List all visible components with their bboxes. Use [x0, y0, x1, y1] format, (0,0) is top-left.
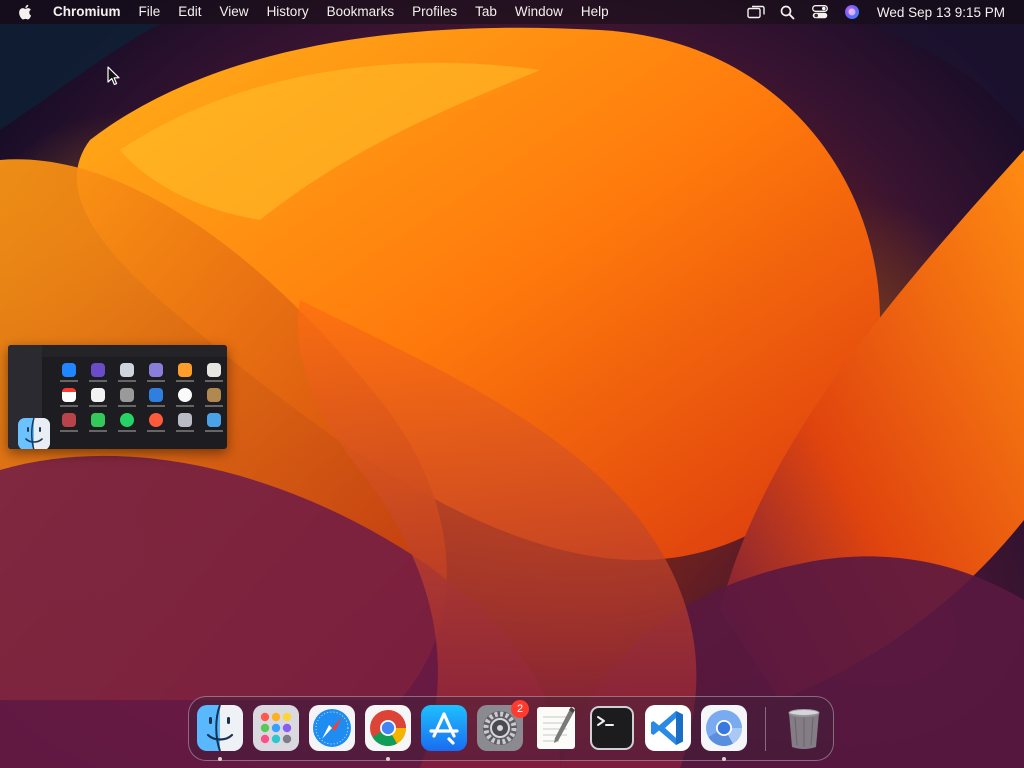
dock-app-store[interactable] [421, 705, 467, 751]
chrome-icon [365, 705, 411, 751]
siri-icon[interactable] [843, 3, 861, 21]
terminal-icon [590, 706, 634, 750]
finder-icon [18, 418, 50, 449]
dock-trash[interactable] [781, 705, 827, 751]
minimized-window-thumbnail[interactable] [8, 345, 227, 449]
dock-finder[interactable] [197, 705, 243, 751]
dock-terminal[interactable] [589, 705, 635, 751]
control-center-icon[interactable] [811, 3, 829, 21]
dock-visual-studio-code[interactable] [645, 705, 691, 751]
thumbnail-app-grid [54, 363, 224, 432]
menu-view[interactable]: View [211, 0, 258, 24]
dock-chromium[interactable] [701, 705, 747, 751]
screen-mirroring-icon[interactable] [747, 3, 765, 21]
dock-google-chrome[interactable] [365, 705, 411, 751]
mouse-cursor-icon [107, 66, 120, 86]
menu-window[interactable]: Window [506, 0, 572, 24]
menu-bar-status-area: Wed Sep 13 9:15 PM [740, 0, 1024, 24]
menu-edit[interactable]: Edit [169, 0, 210, 24]
safari-icon [309, 705, 355, 751]
dock-divider [765, 707, 766, 751]
menu-app-name[interactable]: Chromium [45, 0, 130, 24]
app-store-icon [421, 705, 467, 751]
dock-running-indicator [218, 757, 222, 761]
vscode-icon [645, 705, 691, 751]
spotlight-search-icon[interactable] [779, 3, 797, 21]
menu-bookmarks[interactable]: Bookmarks [318, 0, 404, 24]
dock: 2 [188, 696, 834, 761]
notification-badge: 2 [511, 700, 529, 718]
textedit-icon [537, 707, 575, 749]
menu-bar: Chromium File Edit View History Bookmark… [0, 0, 1024, 24]
menu-profiles[interactable]: Profiles [403, 0, 466, 24]
menu-help[interactable]: Help [572, 0, 618, 24]
launchpad-icon [253, 705, 299, 751]
finder-icon [197, 705, 243, 751]
dock-running-indicator [386, 757, 390, 761]
apple-menu-icon[interactable] [17, 3, 35, 21]
menu-bar-clock[interactable]: Wed Sep 13 9:15 PM [877, 5, 1005, 20]
dock-system-settings[interactable]: 2 [477, 700, 529, 751]
menu-tab[interactable]: Tab [466, 0, 506, 24]
dock-safari[interactable] [309, 705, 355, 751]
dock-textedit[interactable] [533, 705, 579, 751]
chromium-icon [701, 705, 747, 751]
dock-launchpad[interactable] [253, 705, 299, 751]
trash-icon [788, 709, 820, 749]
dock-running-indicator [722, 757, 726, 761]
menu-history[interactable]: History [258, 0, 318, 24]
thumbnail-titlebar [42, 345, 227, 357]
menu-file[interactable]: File [130, 0, 170, 24]
